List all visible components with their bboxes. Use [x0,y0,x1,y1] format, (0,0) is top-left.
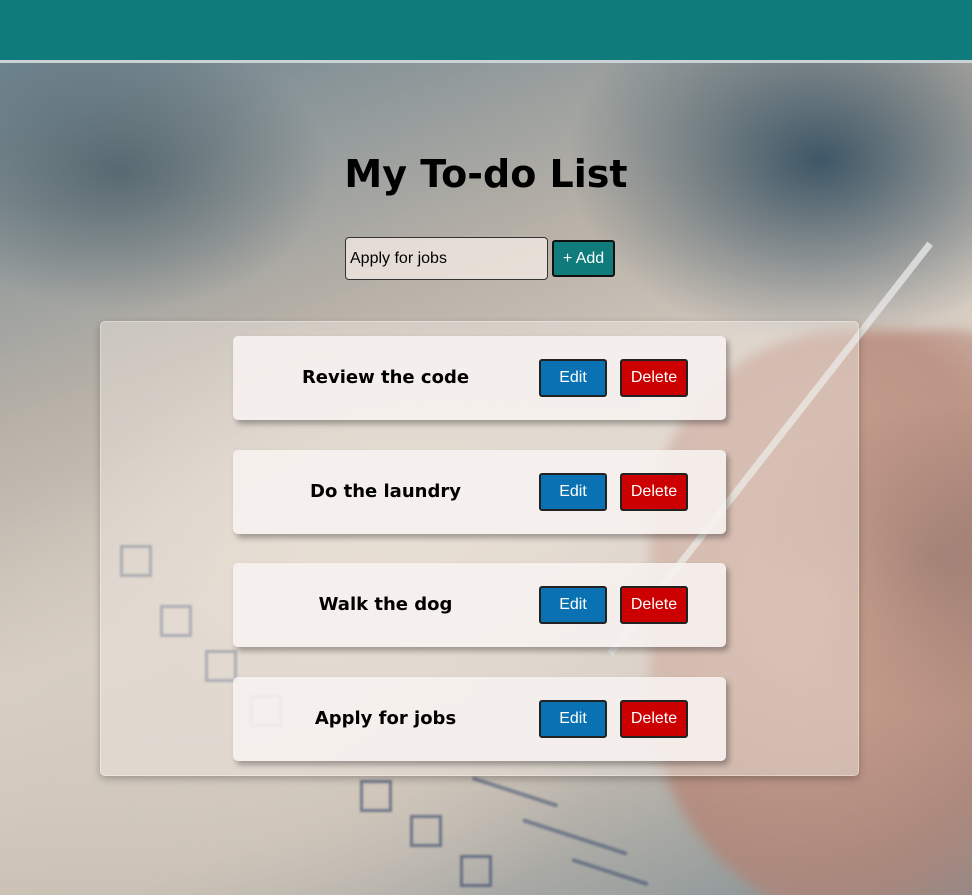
todo-item: Apply for jobs Edit Delete [233,677,726,761]
background-checkbox [460,855,492,887]
todo-item: Review the code Edit Delete [233,336,726,420]
todo-text: Review the code [301,367,470,388]
delete-button[interactable]: Delete [620,586,688,624]
edit-button[interactable]: Edit [539,359,607,397]
delete-button[interactable]: Delete [620,359,688,397]
edit-button[interactable]: Edit [539,700,607,738]
background-checkbox [410,815,442,847]
edit-button[interactable]: Edit [539,586,607,624]
todo-text: Do the laundry [310,481,461,502]
todo-text: Walk the dog [318,594,453,615]
background-scribble [522,818,628,856]
background-checkbox [360,780,392,812]
background-scribble [571,857,649,887]
task-input[interactable]: Apply for jobs [345,237,548,280]
add-button[interactable]: + Add [552,240,615,277]
top-navbar [0,0,972,63]
todo-item: Walk the dog Edit Delete [233,563,726,647]
todo-text: Apply for jobs [314,708,457,729]
delete-button[interactable]: Delete [620,700,688,738]
delete-button[interactable]: Delete [620,473,688,511]
page-title: My To-do List [344,152,628,196]
todo-item: Do the laundry Edit Delete [233,450,726,534]
edit-button[interactable]: Edit [539,473,607,511]
background-scribble [471,776,559,808]
